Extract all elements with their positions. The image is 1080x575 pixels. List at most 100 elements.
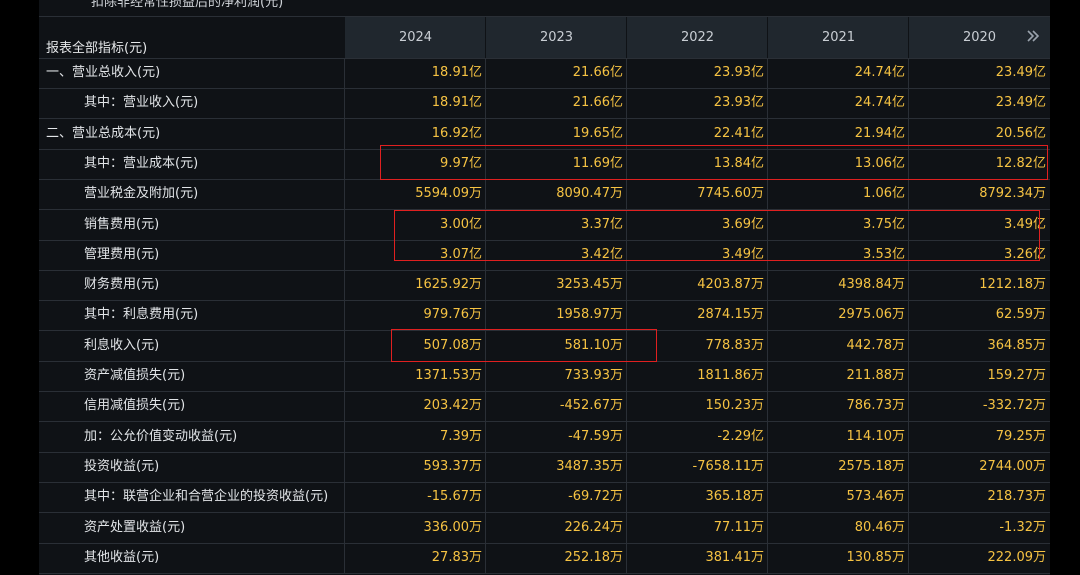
cell-value: 2975.06万 [838, 307, 905, 323]
cell-value: 8090.47万 [556, 186, 623, 202]
row-label: 其他收益(元) [84, 549, 160, 565]
table-row: 资产处置收益(元) 336.00万 226.24万 77.11万 80.46万 -1.32… [39, 512, 1050, 544]
cell-value: 336.00万 [423, 519, 483, 535]
cell-value: 733.93万 [564, 368, 624, 383]
table-cell: -7658.11万 [626, 451, 768, 482]
table-header: 报表全部指标(元) 2024 2023 2022 2021 2020 [39, 16, 1050, 59]
table-row: 一、营业总收入(元) 18.91亿 21.66亿 23.93亿 24.74亿 23.49亿 [39, 58, 1050, 89]
table-cell: 8090.47万 [485, 179, 627, 210]
row-label: 其中：营业收入(元) [84, 95, 199, 111]
table-cell: 381.41万 [626, 542, 768, 573]
table-cell: 77.11万 [626, 512, 768, 543]
highlight-box-sales-admin-expenses [394, 210, 1040, 261]
table-cell: 18.91亿 [344, 88, 486, 119]
table-cell: 159.27万 [908, 361, 1050, 391]
table-cell: 114.10万 [767, 421, 909, 452]
table-cell: 2975.06万 [767, 300, 909, 331]
row-label: 其中：联营企业和合营企业的投资收益(元) [84, 489, 329, 505]
row-label: 利息收入(元) [84, 337, 160, 353]
highlight-box-interest-income [391, 329, 657, 362]
cell-value: 1371.53万 [415, 368, 482, 383]
label-column-header: 报表全部指标(元) [46, 41, 148, 56]
table-row: 其中：利息费用(元) 979.76万 1958.97万 2874.15万 2975.06… [39, 300, 1050, 332]
table-cell: 4398.84万 [767, 270, 909, 301]
cell-value: 1625.92万 [415, 277, 482, 293]
cell-value: 23.49亿 [995, 65, 1046, 80]
cell-value: 442.78万 [846, 337, 906, 353]
cell-value: 27.83万 [431, 549, 482, 565]
table-row: 资产减值损失(元) 1371.53万 733.93万 1811.86万 211.88万 1… [39, 361, 1050, 392]
table-cell: 365.18万 [626, 482, 768, 513]
cell-value: 24.74亿 [854, 95, 905, 111]
row-label: 信用减值损失(元) [84, 398, 186, 414]
cell-value: 786.73万 [846, 398, 906, 414]
table-cell: 226.24万 [485, 512, 627, 543]
table-row: 信用减值损失(元) 203.42万 -452.67万 150.23万 786.73万 -3… [39, 391, 1050, 423]
row-label: 财务费用(元) [84, 277, 160, 293]
cell-value: 79.25万 [995, 428, 1046, 444]
cell-value: 7745.60万 [697, 186, 764, 202]
table-row: 其中：联营企业和合营企业的投资收益(元) -15.67万 -69.72万 365.18… [39, 482, 1050, 514]
cell-value: -452.67万 [559, 398, 623, 414]
year-header-2023[interactable]: 2023 [485, 17, 627, 58]
row-label: 资产处置收益(元) [84, 519, 186, 535]
cell-value: 18.91亿 [431, 95, 482, 111]
cell-value: 593.37万 [423, 458, 483, 474]
row-label: 营业税金及附加(元) [84, 186, 199, 202]
table-cell: 27.83万 [344, 542, 486, 573]
cell-value: -332.72万 [982, 398, 1046, 414]
table-cell: -47.59万 [485, 421, 627, 452]
cell-value: -47.59万 [568, 428, 623, 444]
row-label: 销售费用(元) [84, 216, 160, 232]
table-cell: 1371.53万 [344, 361, 486, 391]
cell-value: 226.24万 [564, 519, 624, 535]
cell-value: 62.59万 [995, 307, 1046, 323]
cell-value: 211.88万 [846, 368, 906, 383]
table-cell: 442.78万 [767, 330, 909, 361]
cell-value: 4203.87万 [697, 277, 764, 293]
table-cell: -15.67万 [344, 482, 486, 513]
table-cell: 8792.34万 [908, 179, 1050, 210]
table-cell: 364.85万 [908, 330, 1050, 361]
year-header-2022[interactable]: 2022 [626, 17, 768, 58]
table-cell: 7.39万 [344, 421, 486, 452]
table-row: 加：公允价值变动收益(元) 7.39万 -47.59万 -2.29亿 114.10万 79… [39, 421, 1050, 453]
double-chevron-right-icon[interactable] [1024, 27, 1042, 45]
table-cell: 150.23万 [626, 391, 768, 422]
cell-value: 252.18万 [564, 549, 624, 565]
table-cell: 1.06亿 [767, 179, 909, 210]
cell-value: 159.27万 [987, 368, 1047, 383]
table-cell: 1212.18万 [908, 270, 1050, 301]
table-cell: 211.88万 [767, 361, 909, 391]
cell-value: 8792.34万 [979, 186, 1046, 202]
table-cell: -332.72万 [908, 391, 1050, 422]
cell-value: 381.41万 [705, 549, 765, 565]
cell-value: 21.66亿 [572, 65, 623, 80]
cell-value: 778.83万 [705, 337, 765, 353]
table-cell: 252.18万 [485, 542, 627, 573]
table-row: 其他收益(元) 27.83万 252.18万 381.41万 130.85万 222.09… [39, 542, 1050, 574]
cell-value: 3487.35万 [556, 458, 623, 474]
table-cell: 18.91亿 [344, 58, 486, 88]
cell-value: -2.29亿 [717, 428, 764, 444]
cell-value: 218.73万 [987, 489, 1047, 505]
table-cell: 79.25万 [908, 421, 1050, 452]
cell-value: 573.46万 [846, 489, 906, 505]
table-cell: 218.73万 [908, 482, 1050, 513]
cell-value: 222.09万 [987, 549, 1047, 565]
table-cell: 23.93亿 [626, 58, 768, 88]
cell-value: 2575.18万 [838, 458, 905, 474]
partial-row-title: 扣除非经常性损益后的净利润(元) [91, 0, 284, 10]
table-cell: 23.49亿 [908, 58, 1050, 88]
year-header-2024[interactable]: 2024 [344, 17, 486, 58]
row-label: 资产减值损失(元) [84, 368, 186, 383]
cell-value: 2744.00万 [979, 458, 1046, 474]
year-header-2021[interactable]: 2021 [767, 17, 909, 58]
table-cell: 130.85万 [767, 542, 909, 573]
table-cell: 5594.09万 [344, 179, 486, 210]
table-cell: 733.93万 [485, 361, 627, 391]
cell-value: 1212.18万 [979, 277, 1046, 293]
table-cell: 786.73万 [767, 391, 909, 422]
table-cell: -452.67万 [485, 391, 627, 422]
table-cell: 573.46万 [767, 482, 909, 513]
